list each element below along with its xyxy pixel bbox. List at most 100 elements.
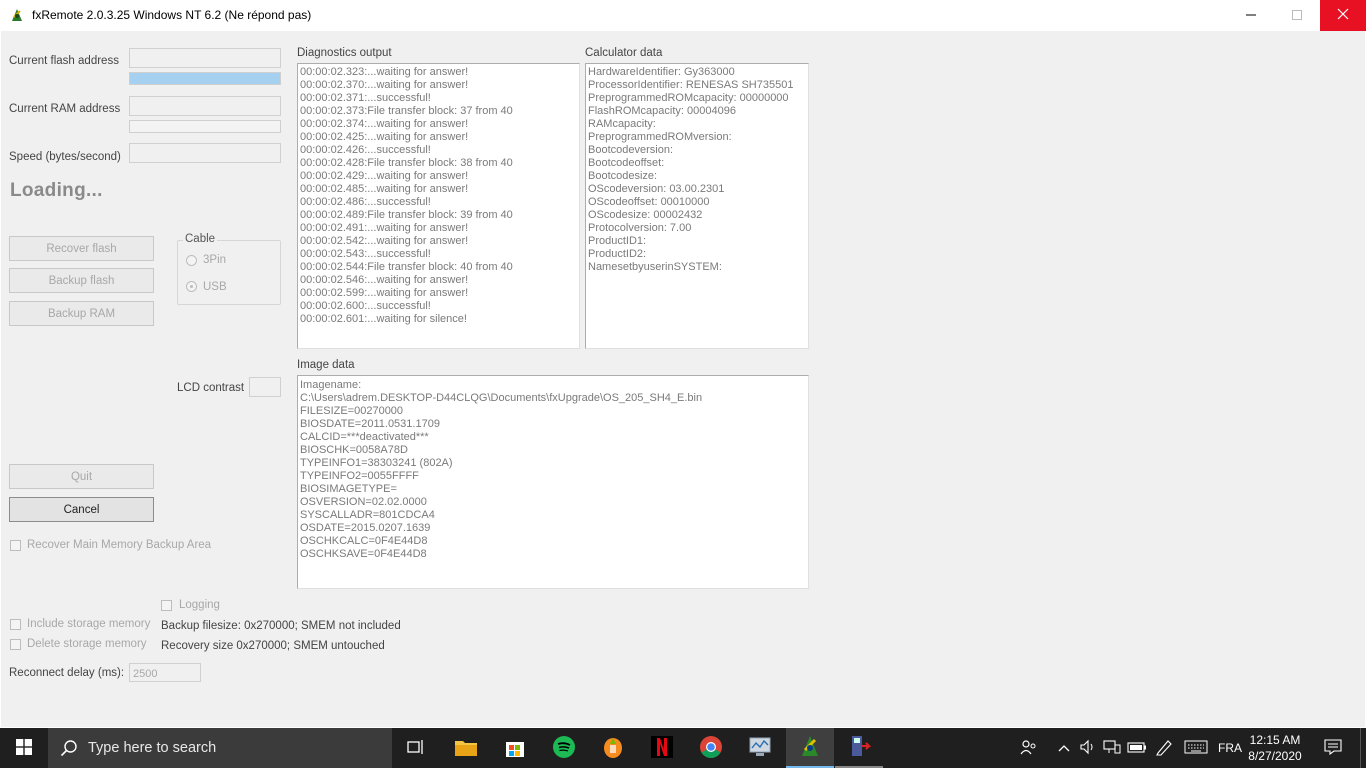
ram-progress-bar xyxy=(129,120,281,133)
calculator-tool-icon xyxy=(847,734,872,761)
diagnostics-output-list[interactable]: 00:00:02.323:...waiting for answer! 00:00… xyxy=(297,63,580,349)
spotify-icon xyxy=(552,735,576,762)
window-title: fxRemote 2.0.3.25 Windows NT 6.2 (Ne rép… xyxy=(32,8,312,22)
backup-filesize-text: Backup filesize: 0x270000; SMEM not incl… xyxy=(161,620,401,632)
netflix-icon xyxy=(651,735,673,761)
image-data-line: OSCHKSAVE=0F4E44D8 xyxy=(300,548,427,560)
taskbar-spotify[interactable] xyxy=(540,728,588,768)
image-data-list[interactable]: Imagename: C:\Users\adrem.DESKTOP-D44CLQG… xyxy=(297,375,809,589)
notifications-icon xyxy=(1324,738,1342,758)
image-data-line: OSVERSION=02.02.0000 xyxy=(300,496,427,508)
tray-battery[interactable] xyxy=(1125,728,1149,768)
image-data-line: Imagename: xyxy=(300,379,362,391)
taskbar: Type here to search FRA 12:15 AM 8/27/20… xyxy=(0,728,1366,768)
task-view-icon xyxy=(407,739,425,758)
taskbar-clock[interactable]: 12:15 AM 8/27/2020 xyxy=(1244,732,1306,764)
recover-flash-button[interactable]: Recover flash xyxy=(9,236,154,261)
taskbar-app-monitor[interactable] xyxy=(736,728,784,768)
calculator-data-line: NamesetbyuserinSYSTEM: xyxy=(588,261,722,273)
diagnostics-line: 00:00:02.544:File transfer block: 40 fro… xyxy=(300,261,513,273)
tray-input-language[interactable]: FRA xyxy=(1214,728,1246,768)
minimize-button[interactable] xyxy=(1228,0,1274,31)
quit-button[interactable]: Quit xyxy=(9,464,154,489)
maximize-icon xyxy=(1292,9,1302,23)
calculator-data-line: Bootcodeoffset: xyxy=(588,157,665,169)
cable-usb-radio[interactable] xyxy=(186,281,197,292)
fxremote-taskbar-icon xyxy=(798,734,822,761)
diagnostics-line: 00:00:02.428:File transfer block: 38 fro… xyxy=(300,157,513,169)
calculator-data-line: HardwareIdentifier: Gy363000 xyxy=(588,66,735,78)
chevron-up-icon xyxy=(1058,741,1070,755)
fl-studio-icon xyxy=(601,735,625,762)
taskbar-calculator-tool[interactable] xyxy=(835,728,883,768)
image-data-line: SYSCALLADR=801CDCA4 xyxy=(300,509,435,521)
keyboard-icon xyxy=(1184,740,1208,757)
chrome-icon xyxy=(699,735,723,762)
calculator-data-line: Bootcodesize: xyxy=(588,170,658,182)
close-button[interactable] xyxy=(1320,0,1366,31)
delete-storage-label: Delete storage memory xyxy=(27,638,147,650)
recover-main-memory-checkbox[interactable] xyxy=(10,540,21,551)
fxremote-app-icon xyxy=(9,7,25,23)
calculator-data-line: RAMcapacity: xyxy=(588,118,656,130)
show-desktop-button[interactable] xyxy=(1360,728,1366,768)
diagnostics-line: 00:00:02.373:File transfer block: 37 fro… xyxy=(300,105,513,117)
include-storage-checkbox[interactable] xyxy=(10,619,21,630)
reconnect-delay-value: 2500 xyxy=(133,668,158,680)
recover-main-memory-label: Recover Main Memory Backup Area xyxy=(27,539,212,551)
tray-people[interactable] xyxy=(1017,728,1041,768)
reconnect-delay-field[interactable]: 2500 xyxy=(129,663,201,682)
tray-pen-workspace[interactable] xyxy=(1153,728,1175,768)
clock-time: 12:15 AM xyxy=(1249,733,1301,747)
current-ram-address-field xyxy=(129,96,281,116)
language-indicator: FRA xyxy=(1218,741,1242,755)
cancel-button[interactable]: Cancel xyxy=(9,497,154,522)
network-icon xyxy=(1103,739,1121,758)
maximize-button[interactable] xyxy=(1274,0,1320,31)
taskbar-netflix[interactable] xyxy=(638,728,686,768)
calculator-data-line: ProcessorIdentifier: RENESAS SH735501 xyxy=(588,79,794,91)
image-data-line: OSDATE=2015.0207.1639 xyxy=(300,522,431,534)
start-button[interactable] xyxy=(0,728,48,768)
tray-touch-keyboard[interactable] xyxy=(1182,728,1210,768)
taskbar-file-explorer[interactable] xyxy=(442,728,490,768)
backup-flash-button[interactable]: Backup flash xyxy=(9,268,154,293)
backup-ram-button[interactable]: Backup RAM xyxy=(9,301,154,326)
calculator-data-line: FlashROMcapacity: 00004096 xyxy=(588,105,736,117)
current-flash-address-label: Current flash address xyxy=(9,55,119,67)
diagnostics-line: 00:00:02.429:...waiting for answer! xyxy=(300,170,469,182)
taskbar-search-box[interactable]: Type here to search xyxy=(48,728,392,768)
search-placeholder: Type here to search xyxy=(88,740,217,756)
diagnostics-line: 00:00:02.425:...waiting for answer! xyxy=(300,131,469,143)
loading-status: Loading... xyxy=(10,180,103,201)
close-icon xyxy=(1337,8,1349,23)
taskbar-chrome[interactable] xyxy=(687,728,735,768)
calculator-data-line: Protocolversion: 7.00 xyxy=(588,222,692,234)
tray-action-center[interactable] xyxy=(1318,728,1348,768)
calculator-data-line: ProductID1: xyxy=(588,235,647,247)
taskbar-fl-studio[interactable] xyxy=(589,728,637,768)
pen-icon xyxy=(1155,738,1173,759)
delete-storage-checkbox[interactable] xyxy=(10,639,21,650)
image-data-line: BIOSDATE=2011.0531.1709 xyxy=(300,418,440,430)
calculator-data-list[interactable]: HardwareIdentifier: Gy363000 ProcessorIde… xyxy=(585,63,809,349)
taskbar-store[interactable] xyxy=(491,728,539,768)
tray-volume[interactable] xyxy=(1077,728,1099,768)
tray-show-hidden[interactable] xyxy=(1054,728,1074,768)
windows-logo-icon xyxy=(16,738,32,758)
cable-3pin-radio[interactable] xyxy=(186,255,197,266)
logging-checkbox[interactable] xyxy=(161,600,172,611)
diagnostics-line: 00:00:02.546:...waiting for answer! xyxy=(300,274,469,286)
taskbar-fxremote[interactable] xyxy=(786,728,834,768)
speed-field xyxy=(129,143,281,163)
lcd-contrast-field[interactable] xyxy=(249,377,281,397)
image-data-line: FILESIZE=00270000 xyxy=(300,405,404,417)
people-icon xyxy=(1020,739,1038,758)
diagnostics-line: 00:00:02.599:...waiting for answer! xyxy=(300,287,469,299)
diagnostics-line: 00:00:02.542:...waiting for answer! xyxy=(300,235,469,247)
tray-network[interactable] xyxy=(1101,728,1123,768)
task-view-button[interactable] xyxy=(392,728,440,768)
image-data-line: C:\Users\adrem.DESKTOP-D44CLQG\Documents… xyxy=(300,392,703,404)
current-flash-address-field xyxy=(129,48,281,68)
cable-groupbox xyxy=(177,240,281,305)
